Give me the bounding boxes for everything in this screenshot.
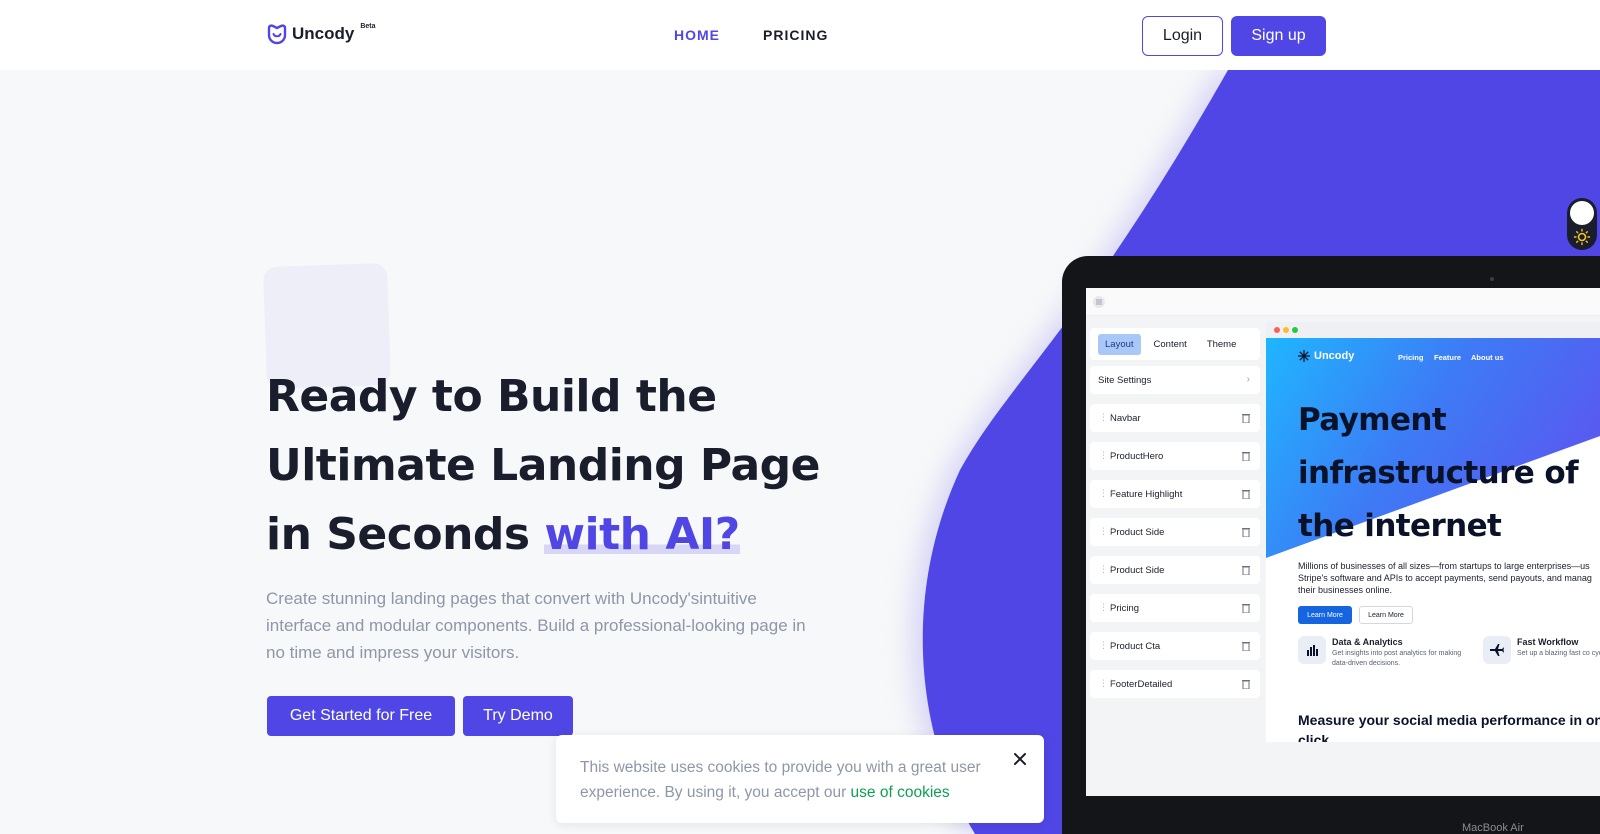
drag-handle-icon[interactable]: ⋮⋮ xyxy=(1099,640,1116,651)
laptop-camera xyxy=(1490,277,1494,281)
nav-home-link[interactable]: HOME xyxy=(674,27,720,43)
preview-measure-heading: Measure your social media performance in… xyxy=(1298,712,1600,742)
minimize-dot-icon xyxy=(1283,327,1289,333)
tab-content[interactable]: Content xyxy=(1147,334,1194,355)
bar-chart-icon xyxy=(1298,636,1326,664)
laptop-screen: Layout Content Theme Site Settings › ⋮⋮ … xyxy=(1086,288,1600,796)
preview-learn-more-outline-button: Learn More xyxy=(1359,606,1413,624)
preview-body-line: their businesses online. xyxy=(1298,585,1393,595)
tab-theme[interactable]: Theme xyxy=(1200,334,1244,355)
cookie-banner: This website uses cookies to provide you… xyxy=(556,735,1044,823)
logo-text: Uncody xyxy=(292,24,355,43)
signup-button[interactable]: Sign up xyxy=(1231,16,1326,56)
drag-handle-icon[interactable]: ⋮⋮ xyxy=(1099,412,1116,423)
trash-icon[interactable] xyxy=(1242,451,1250,461)
trash-icon[interactable] xyxy=(1242,679,1250,689)
nav-pricing-link[interactable]: PRICING xyxy=(763,27,828,43)
layer-item[interactable]: ⋮⋮ ProductHero xyxy=(1090,442,1260,470)
hero-title: Ready to Build the Ultimate Landing Page… xyxy=(266,362,846,569)
layer-label: Product Cta xyxy=(1110,641,1161,652)
trash-icon[interactable] xyxy=(1242,489,1250,499)
drag-handle-icon[interactable]: ⋮⋮ xyxy=(1099,488,1116,499)
layer-label: Feature Highlight xyxy=(1110,489,1183,500)
layer-label: Product Side xyxy=(1110,527,1165,538)
trash-icon[interactable] xyxy=(1242,565,1250,575)
preview-nav-feature: Feature xyxy=(1434,353,1462,362)
preview-body-line: Millions of businesses of all sizes—from… xyxy=(1298,561,1590,571)
tab-layout[interactable]: Layout xyxy=(1098,333,1141,355)
layer-item[interactable]: ⋮⋮ Feature Highlight xyxy=(1090,480,1260,508)
theme-toggle[interactable] xyxy=(1567,198,1597,250)
airplane-icon xyxy=(1483,636,1511,664)
layer-item[interactable]: ⋮⋮ Product Side xyxy=(1090,556,1260,584)
live-preview: Uncody Pricing Feature About us Payment … xyxy=(1266,322,1600,742)
layer-item[interactable]: ⋮⋮ FooterDetailed xyxy=(1090,670,1260,698)
top-navbar: Uncody Beta HOME PRICING Login Sign up xyxy=(0,0,1600,70)
preview-body-line: Stripe's software and APIs to accept pay… xyxy=(1298,573,1592,583)
drag-handle-icon[interactable]: ⋮⋮ xyxy=(1099,678,1116,689)
logo[interactable]: Uncody Beta xyxy=(266,23,376,45)
get-started-button[interactable]: Get Started for Free xyxy=(267,696,455,736)
preview-body: Millions of businesses of all sizes—from… xyxy=(1298,560,1600,596)
chevron-right-icon: › xyxy=(1246,374,1250,385)
menu-icon xyxy=(1093,296,1105,308)
layer-item[interactable]: ⋮⋮ Pricing xyxy=(1090,594,1260,622)
site-settings-label: Site Settings xyxy=(1098,375,1152,386)
preview-learn-more-button: Learn More xyxy=(1298,606,1352,624)
preview-feature-title: Fast Workflow xyxy=(1517,637,1579,647)
try-demo-button[interactable]: Try Demo xyxy=(463,696,573,736)
layer-label: Product Side xyxy=(1110,565,1165,576)
preview-nav-pricing: Pricing xyxy=(1398,353,1424,362)
trash-icon[interactable] xyxy=(1242,527,1250,537)
laptop-mockup: Layout Content Theme Site Settings › ⋮⋮ … xyxy=(1062,256,1600,834)
trash-icon[interactable] xyxy=(1242,641,1250,651)
asterisk-icon xyxy=(1298,350,1310,362)
beta-badge: Beta xyxy=(360,22,376,30)
layer-item[interactable]: ⋮⋮ Navbar xyxy=(1090,404,1260,432)
preview-feature-desc: Get insights into post analytics for mak… xyxy=(1332,650,1462,667)
layer-label: FooterDetailed xyxy=(1110,679,1173,690)
close-icon[interactable] xyxy=(1012,751,1028,767)
maximize-dot-icon xyxy=(1292,327,1298,333)
preview-feature-desc: Set up a blazing fast co cycle. xyxy=(1517,650,1600,657)
hero-title-accent: with AI? xyxy=(544,509,740,560)
sun-icon xyxy=(1573,228,1591,246)
drag-handle-icon[interactable]: ⋮⋮ xyxy=(1099,564,1116,575)
layer-item[interactable]: ⋮⋮ Product Side xyxy=(1090,518,1260,546)
trash-icon[interactable] xyxy=(1242,603,1250,613)
login-button[interactable]: Login xyxy=(1142,16,1223,56)
cookie-policy-link[interactable]: use of cookies xyxy=(851,784,950,801)
cookie-text: This website uses cookies to provide you… xyxy=(580,755,990,805)
preview-feature-title: Data & Analytics xyxy=(1332,637,1403,647)
laptop-model-label: MacBook Air xyxy=(1462,822,1524,834)
layer-label: ProductHero xyxy=(1110,451,1164,462)
drag-handle-icon[interactable]: ⋮⋮ xyxy=(1099,450,1116,461)
preview-title: Payment infrastructure of the internet xyxy=(1298,402,1579,544)
drag-handle-icon[interactable]: ⋮⋮ xyxy=(1099,526,1116,537)
preview-nav-about: About us xyxy=(1471,353,1504,362)
close-dot-icon xyxy=(1274,327,1280,333)
editor-topbar xyxy=(1086,288,1600,316)
preview-logo: Uncody xyxy=(1298,350,1354,362)
editor-tabs: Layout Content Theme xyxy=(1090,328,1260,360)
preview-window-bar xyxy=(1266,322,1600,338)
site-settings-row[interactable]: Site Settings › xyxy=(1090,366,1260,394)
preview-logo-text: Uncody xyxy=(1314,350,1355,362)
trash-icon[interactable] xyxy=(1242,413,1250,423)
hero-subtitle: Create stunning landing pages that conve… xyxy=(266,589,806,662)
uncody-logo-icon xyxy=(267,24,287,45)
toggle-knob xyxy=(1570,201,1594,225)
drag-handle-icon[interactable]: ⋮⋮ xyxy=(1099,602,1116,613)
layer-item[interactable]: ⋮⋮ Product Cta xyxy=(1090,632,1260,660)
